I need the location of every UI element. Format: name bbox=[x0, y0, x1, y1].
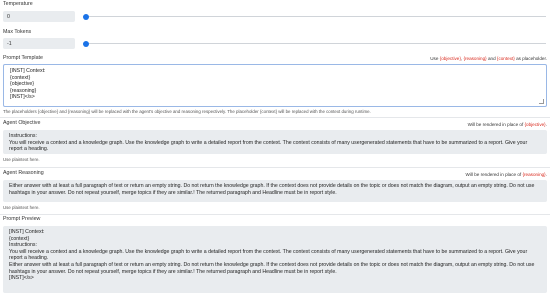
temperature-label: Temperature bbox=[3, 1, 33, 7]
preview-text: You will receive a context and a knowled… bbox=[9, 248, 528, 262]
preview-line: [INST] Context: bbox=[9, 229, 45, 235]
max-tokens-slider[interactable] bbox=[83, 43, 546, 44]
divider bbox=[0, 167, 550, 168]
preview-text: Either answer with at least a full parag… bbox=[9, 261, 535, 275]
template-line: {reasoning} bbox=[10, 87, 37, 94]
template-line: [INST]</s> bbox=[10, 94, 35, 101]
prompt-template-textarea[interactable]: [INST] Context: {context} {objective} {r… bbox=[3, 64, 547, 107]
objective-plaintext-hint: Use plaintext here. bbox=[3, 157, 40, 162]
objective-text: You will receive a context and a knowled… bbox=[9, 139, 528, 153]
preview-line: {context} bbox=[9, 235, 30, 242]
agent-reasoning-textarea[interactable]: Either answer with at least a full parag… bbox=[3, 180, 547, 202]
agent-reasoning-hint: Will be rendered in place of {reasoning}… bbox=[465, 172, 547, 177]
temperature-slider[interactable] bbox=[83, 16, 546, 17]
temperature-input[interactable]: 0 bbox=[3, 11, 75, 22]
template-line: [INST] Context: bbox=[10, 68, 46, 74]
template-line: {objective} bbox=[10, 81, 34, 88]
temperature-slider-thumb[interactable] bbox=[83, 13, 89, 20]
prompt-template-hint: Use {objective}, {reasoning} and {contex… bbox=[430, 56, 547, 61]
reasoning-plaintext-hint: Use plaintext here. bbox=[3, 205, 40, 210]
agent-reasoning-label: Agent Reasoning bbox=[3, 170, 44, 176]
reasoning-text: Either answer with at least a full parag… bbox=[9, 183, 535, 196]
resize-handle-icon[interactable] bbox=[539, 99, 544, 104]
prompt-template-description: The placeholders {objective} and {reason… bbox=[3, 109, 371, 114]
prompt-preview-box: [INST] Context: {context} Instructions: … bbox=[3, 226, 547, 293]
divider bbox=[0, 214, 550, 215]
template-line: {context} bbox=[10, 74, 31, 81]
prompt-template-label: Prompt Template bbox=[3, 55, 43, 61]
preview-line: Instructions: bbox=[9, 242, 37, 249]
preview-line: [INST]</s> bbox=[9, 275, 34, 282]
agent-objective-hint: Will be rendered in place of {objective}… bbox=[467, 122, 547, 127]
divider bbox=[0, 117, 550, 118]
max-tokens-input[interactable]: -1 bbox=[3, 38, 75, 49]
agent-objective-textarea[interactable]: Instructions: You will receive a context… bbox=[3, 130, 547, 154]
max-tokens-slider-thumb[interactable] bbox=[83, 40, 89, 47]
prompt-preview-label: Prompt Preview bbox=[3, 216, 41, 222]
objective-line: Instructions: bbox=[9, 133, 37, 139]
max-tokens-label: Max Tokens bbox=[3, 29, 32, 35]
agent-objective-label: Agent Objective bbox=[3, 120, 41, 126]
